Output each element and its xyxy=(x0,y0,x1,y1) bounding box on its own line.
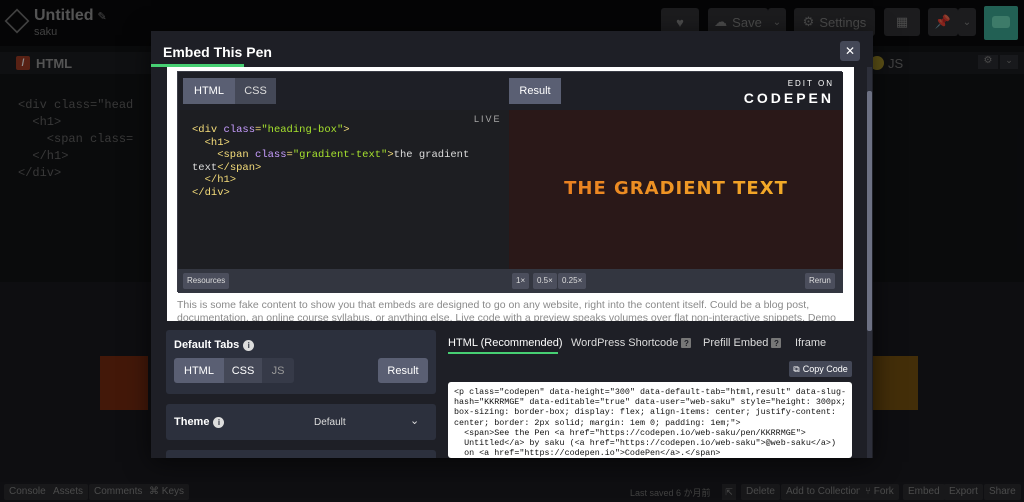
zoom-1x-button[interactable]: 1× xyxy=(512,273,530,289)
preview-code-pane: LIVE <div class="heading-box"> <h1> <spa… xyxy=(178,110,509,269)
resources-button[interactable]: Resources xyxy=(183,273,230,289)
embed-preview: HTML CSS Result EDIT ON CODEPEN LIVE <di… xyxy=(167,67,854,321)
embed-modal: Embed This Pen ✕ HTML CSS Result EDIT ON… xyxy=(151,31,873,458)
preview-tab-html[interactable]: HTML xyxy=(183,78,235,104)
gradient-text: THE GRADIENT TEXT xyxy=(509,178,843,199)
default-tabs-panel: Default Tabs i HTML CSS JS Result xyxy=(166,330,436,394)
embed-tab-underline xyxy=(448,352,558,354)
close-button[interactable]: ✕ xyxy=(840,41,860,61)
edit-on-label[interactable]: EDIT ON xyxy=(738,79,834,88)
chevron-down-icon: ⌄ xyxy=(410,415,420,427)
live-label: LIVE xyxy=(474,114,502,124)
embed-footer: Resources 1× 0.5× 0.25× Rerun xyxy=(178,269,843,293)
demo-filler-text: This is some fake content to show you th… xyxy=(177,299,836,321)
zoom-05x-button[interactable]: 0.5× xyxy=(533,273,557,289)
modal-header: Embed This Pen ✕ xyxy=(151,31,873,67)
theme-select[interactable]: Theme i Default ⌄ xyxy=(166,404,436,440)
preview-result-pane: THE GRADIENT TEXT xyxy=(509,110,843,269)
embed-header: HTML CSS Result EDIT ON CODEPEN xyxy=(178,72,843,110)
modal-scrollbar-thumb[interactable] xyxy=(867,91,872,331)
tab-prefill-embed[interactable]: Prefill Embed? xyxy=(703,337,782,349)
copy-icon: ⧉ xyxy=(793,363,800,374)
close-icon: ✕ xyxy=(844,44,856,58)
rerun-button[interactable]: Rerun xyxy=(805,273,835,289)
default-tab-css[interactable]: CSS xyxy=(224,358,262,383)
embed-code-textarea[interactable]: <p class="codepen" data-height="300" dat… xyxy=(448,382,852,458)
copy-code-button[interactable]: ⧉ Copy Code xyxy=(789,361,852,377)
help-icon[interactable]: ? xyxy=(681,338,692,348)
default-tabs-label: Default Tabs i xyxy=(174,339,255,351)
tab-wordpress-shortcode[interactable]: WordPress Shortcode? xyxy=(571,337,692,349)
theme-value: Default xyxy=(314,417,346,428)
default-tab-result[interactable]: Result xyxy=(378,358,428,383)
next-option-panel xyxy=(166,450,436,458)
default-tab-js[interactable]: JS xyxy=(262,358,294,383)
modal-title: Embed This Pen xyxy=(163,44,272,60)
theme-label: Theme i xyxy=(174,416,225,428)
info-icon[interactable]: i xyxy=(213,416,225,428)
codepen-brand[interactable]: CODEPEN xyxy=(738,90,834,106)
zoom-025x-button[interactable]: 0.25× xyxy=(558,273,587,289)
help-icon[interactable]: ? xyxy=(771,338,782,348)
embed-frame: HTML CSS Result EDIT ON CODEPEN LIVE <di… xyxy=(177,71,843,293)
default-tab-html[interactable]: HTML xyxy=(174,358,224,383)
tab-html-recommended[interactable]: HTML (Recommended) xyxy=(448,337,563,349)
info-icon[interactable]: i xyxy=(243,339,255,351)
preview-tab-css[interactable]: CSS xyxy=(235,78,276,104)
tab-iframe[interactable]: Iframe xyxy=(795,337,826,349)
codepen-app: Untitled ✎ saku ♥ ☁ Save ⌄ ⚙ Settings ▦ 📌 ⌄… xyxy=(0,0,1024,502)
preview-code: <div class="heading-box"> <h1> <span cla… xyxy=(192,124,470,199)
preview-tab-result[interactable]: Result xyxy=(509,78,561,104)
